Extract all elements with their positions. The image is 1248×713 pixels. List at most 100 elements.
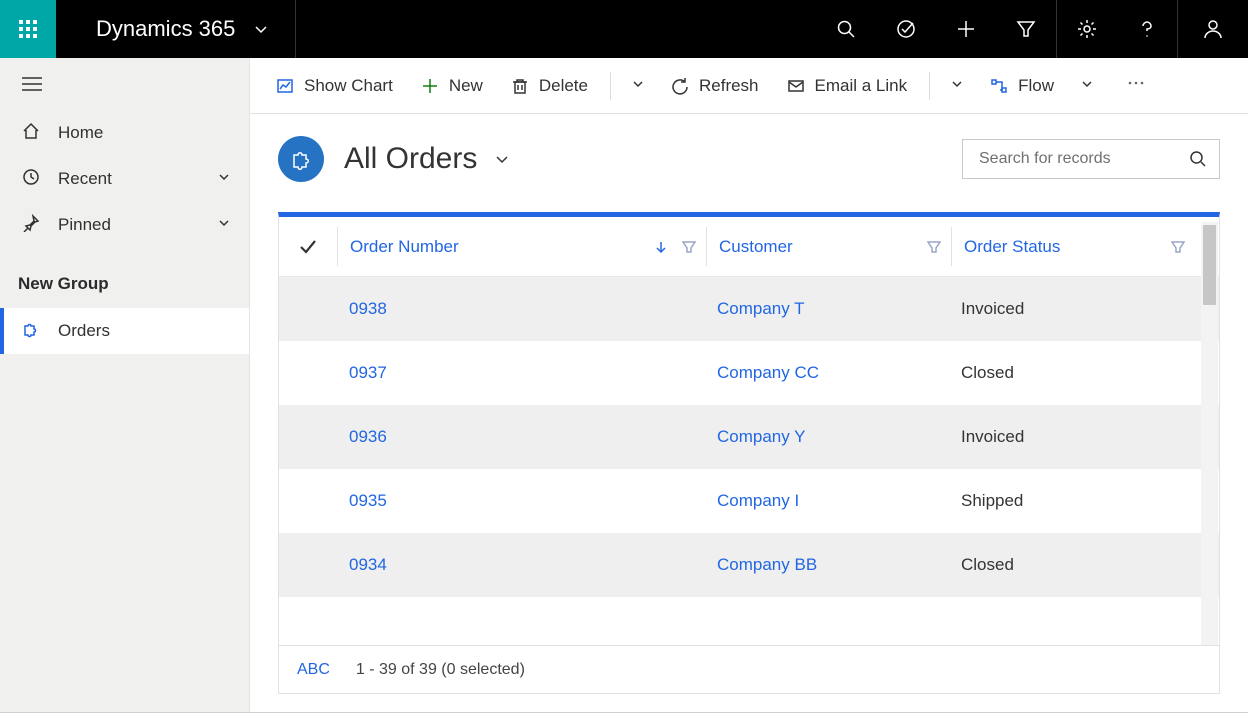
global-search-button[interactable]: [816, 0, 876, 58]
flow-icon: [990, 77, 1008, 95]
cell-order-status: Invoiced: [949, 427, 1195, 447]
select-all-checkbox[interactable]: [279, 237, 337, 257]
chevron-down-icon: [950, 77, 964, 91]
cell-order-number[interactable]: 0937: [337, 363, 705, 383]
delete-split-menu[interactable]: [621, 70, 655, 102]
advanced-filter-button[interactable]: [996, 0, 1056, 58]
cell-order-status: Shipped: [949, 491, 1195, 511]
records-search-input[interactable]: [979, 150, 1189, 168]
flow-button[interactable]: Flow: [978, 70, 1066, 102]
column-header-customer[interactable]: Customer: [707, 237, 951, 257]
gear-icon: [1077, 19, 1097, 39]
record-count: 1 - 39 of 39 (0 selected): [356, 661, 525, 679]
column-header-order-status[interactable]: Order Status: [952, 237, 1195, 257]
cell-order-number[interactable]: 0938: [337, 299, 705, 319]
entity-badge: [278, 136, 324, 182]
cell-order-status: Closed: [949, 363, 1195, 383]
table-row[interactable]: 0938Company TInvoiced: [279, 277, 1219, 341]
show-chart-button[interactable]: Show Chart: [264, 70, 405, 102]
product-name: Dynamics 365: [96, 16, 235, 42]
waffle-icon: [18, 19, 38, 39]
nav-home[interactable]: Home: [0, 110, 249, 156]
email-link-split-menu[interactable]: [940, 70, 974, 102]
chart-icon: [276, 77, 294, 95]
chevron-down-icon: [217, 215, 231, 235]
check-icon: [298, 237, 318, 257]
records-search[interactable]: [962, 139, 1220, 179]
new-button[interactable]: New: [409, 70, 495, 102]
column-label: Customer: [719, 237, 793, 257]
chevron-down-icon: [493, 150, 511, 168]
cell-order-number[interactable]: 0936: [337, 427, 705, 447]
flow-split-menu[interactable]: [1070, 70, 1104, 102]
refresh-button[interactable]: Refresh: [659, 70, 771, 102]
email-link-label: Email a Link: [815, 76, 908, 96]
app-launcher[interactable]: [0, 0, 56, 58]
column-label: Order Number: [350, 237, 459, 257]
cell-customer[interactable]: Company BB: [705, 555, 949, 575]
table-row[interactable]: 0934Company BBClosed: [279, 533, 1219, 597]
task-flow-button[interactable]: [876, 0, 936, 58]
quick-create-button[interactable]: [936, 0, 996, 58]
settings-button[interactable]: [1057, 0, 1117, 58]
main-content: Show Chart New Delete: [250, 58, 1248, 712]
view-selector[interactable]: All Orders: [344, 142, 511, 176]
help-button[interactable]: [1117, 0, 1177, 58]
view-header: All Orders: [278, 136, 1220, 182]
more-icon: [1126, 73, 1146, 93]
command-bar-overflow[interactable]: [1116, 67, 1156, 104]
product-switcher[interactable]: Dynamics 365: [56, 0, 296, 58]
nav-pinned-label: Pinned: [58, 215, 111, 235]
table-row[interactable]: 0936Company YInvoiced: [279, 405, 1219, 469]
search-icon: [1189, 150, 1207, 168]
column-label: Order Status: [964, 237, 1060, 257]
cell-order-number[interactable]: 0934: [337, 555, 705, 575]
nav-collapse-toggle[interactable]: [0, 58, 249, 110]
view-title-text: All Orders: [344, 142, 477, 176]
plus-icon: [956, 19, 976, 39]
delete-button[interactable]: Delete: [499, 70, 600, 102]
nav-orders-label: Orders: [58, 321, 110, 341]
column-header-order-number[interactable]: Order Number: [338, 237, 706, 257]
delete-label: Delete: [539, 76, 588, 96]
funnel-icon: [1171, 240, 1185, 254]
nav-recent-label: Recent: [58, 169, 112, 189]
scrollbar-thumb[interactable]: [1203, 225, 1216, 305]
cell-order-number[interactable]: 0935: [337, 491, 705, 511]
puzzle-icon: [22, 320, 40, 343]
cell-customer[interactable]: Company I: [705, 491, 949, 511]
chevron-down-icon: [1080, 77, 1094, 91]
plus-icon: [421, 77, 439, 95]
chevron-down-icon: [253, 21, 269, 37]
hamburger-icon: [22, 76, 42, 92]
table-row[interactable]: 0935Company IShipped: [279, 469, 1219, 533]
nav-orders[interactable]: Orders: [0, 308, 249, 354]
help-icon: [1137, 19, 1157, 39]
account-button[interactable]: [1178, 0, 1248, 58]
home-icon: [22, 122, 40, 145]
mail-icon: [787, 77, 805, 95]
cell-order-status: Invoiced: [949, 299, 1195, 319]
sort-down-icon: [654, 240, 668, 254]
nav-pinned[interactable]: Pinned: [0, 202, 249, 248]
nav-home-label: Home: [58, 123, 103, 143]
chevron-down-icon: [631, 77, 645, 91]
trash-icon: [511, 77, 529, 95]
command-bar: Show Chart New Delete: [250, 58, 1248, 114]
search-icon: [836, 19, 856, 39]
nav-section-title: New Group: [0, 248, 249, 308]
nav-recent[interactable]: Recent: [0, 156, 249, 202]
email-link-button[interactable]: Email a Link: [775, 70, 920, 102]
jump-bar[interactable]: ABC: [297, 661, 330, 679]
cell-customer[interactable]: Company CC: [705, 363, 949, 383]
pin-icon: [22, 214, 40, 237]
grid-scrollbar[interactable]: [1201, 222, 1218, 645]
target-check-icon: [896, 19, 916, 39]
cell-customer[interactable]: Company T: [705, 299, 949, 319]
flow-label: Flow: [1018, 76, 1054, 96]
table-row[interactable]: 0937Company CCClosed: [279, 341, 1219, 405]
new-label: New: [449, 76, 483, 96]
cell-customer[interactable]: Company Y: [705, 427, 949, 447]
refresh-icon: [671, 77, 689, 95]
grid-body: 0938Company TInvoiced0937Company CCClose…: [279, 277, 1219, 645]
